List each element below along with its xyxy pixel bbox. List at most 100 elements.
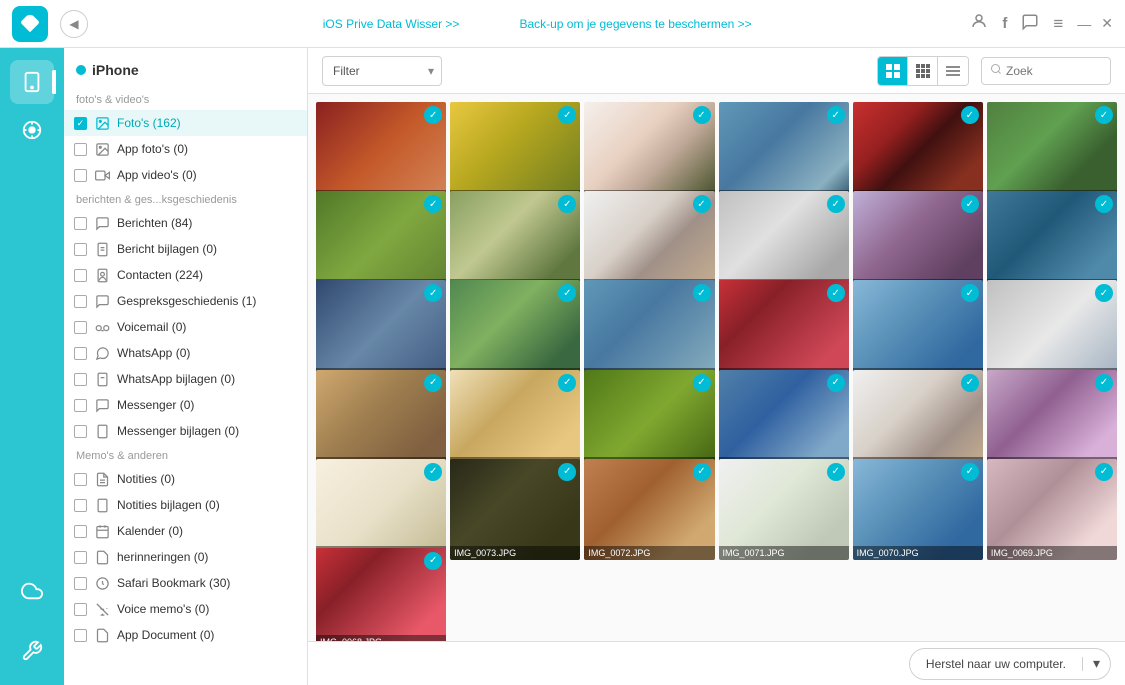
sidebar-item-whatsappbijlagen[interactable]: WhatsApp bijlagen (0) bbox=[64, 366, 307, 392]
sidebar-item-messengerbijlagen[interactable]: Messenger bijlagen (0) bbox=[64, 418, 307, 444]
photo-check-icon: ✓ bbox=[558, 106, 576, 124]
photo-cell[interactable]: ✓IMG_0074.JPG bbox=[316, 459, 446, 561]
checkbox-berichtbijlagen[interactable] bbox=[74, 243, 87, 256]
photo-cell[interactable]: ✓IMG_0083.JPG bbox=[719, 280, 849, 382]
checkbox-whatsappbijlagen[interactable] bbox=[74, 373, 87, 386]
photo-cell[interactable]: ✓IMG_0092.JPG bbox=[316, 191, 446, 293]
sidebar-item-notities[interactable]: Notities (0) bbox=[64, 466, 307, 492]
photo-cell[interactable]: ✓IMG_0080.JPG bbox=[316, 370, 446, 472]
checkbox-messengerbijlagen[interactable] bbox=[74, 425, 87, 438]
photo-cell[interactable]: ✓IMG_0090.JPG bbox=[584, 191, 714, 293]
sidebar-item-gespreks[interactable]: Gespreksgeschiedenis (1) bbox=[64, 288, 307, 314]
sidebar-item-kalender[interactable]: Kalender (0) bbox=[64, 518, 307, 544]
sidebar-item-appvideos[interactable]: App video's (0) bbox=[64, 162, 307, 188]
chat-icon[interactable] bbox=[1021, 13, 1039, 35]
photo-cell[interactable]: ✓IMG_0091.JPG bbox=[450, 191, 580, 293]
photo-cell[interactable]: ✓IMG_0096.JPG bbox=[584, 102, 714, 204]
view-medium-button[interactable] bbox=[908, 57, 938, 85]
checkbox-herinneringen[interactable] bbox=[74, 551, 87, 564]
appvideos-icon bbox=[93, 166, 111, 184]
view-list-button[interactable] bbox=[938, 57, 968, 85]
photo-cell[interactable]: ✓IMG_0094.JPG bbox=[853, 102, 983, 204]
sidebar-item-messenger[interactable]: Messenger (0) bbox=[64, 392, 307, 418]
nav-music[interactable] bbox=[10, 108, 54, 152]
checkbox-notities[interactable] bbox=[74, 473, 87, 486]
photo-cell[interactable]: ✓IMG_0088.JPG bbox=[853, 191, 983, 293]
person-icon[interactable] bbox=[970, 12, 988, 35]
checkbox-notitiesbijlagen[interactable] bbox=[74, 499, 87, 512]
photo-cell[interactable]: ✓IMG_0079.JPG bbox=[450, 370, 580, 472]
minimize-button[interactable]: — bbox=[1077, 16, 1091, 32]
checkbox-voicememos[interactable] bbox=[74, 603, 87, 616]
nav-cloud[interactable] bbox=[10, 569, 54, 613]
photo-cell[interactable]: ✓IMG_0084.JPG bbox=[584, 280, 714, 382]
sidebar-berichtbijlagen-label: Bericht bijlagen (0) bbox=[117, 242, 299, 256]
back-button[interactable]: ◀ bbox=[60, 10, 88, 38]
checkbox-gespreks[interactable] bbox=[74, 295, 87, 308]
photo-cell[interactable]: ✓IMG_0078.JPG bbox=[584, 370, 714, 472]
photo-cell[interactable]: ✓IMG_0077.JPG bbox=[719, 370, 849, 472]
photo-cell[interactable]: ✓IMG_0071.JPG bbox=[719, 459, 849, 561]
photo-cell-label: IMG_0072.JPG bbox=[584, 546, 714, 560]
nav-tools[interactable] bbox=[10, 629, 54, 673]
checkbox-contacten[interactable] bbox=[74, 269, 87, 282]
photo-cell[interactable]: ✓IMG_0089.JPG bbox=[719, 191, 849, 293]
checkbox-voicemail[interactable] bbox=[74, 321, 87, 334]
photo-cell[interactable]: ✓IMG_0081.JPG bbox=[987, 280, 1117, 382]
photo-cell[interactable]: ✓IMG_0085.JPG bbox=[450, 280, 580, 382]
checkbox-messenger[interactable] bbox=[74, 399, 87, 412]
sidebar-item-fotos[interactable]: ✓ Foto's (162) bbox=[64, 110, 307, 136]
photo-cell[interactable]: ✓IMG_0069.JPG bbox=[987, 459, 1117, 561]
sidebar-item-notitiesbijlagen[interactable]: Notities bijlagen (0) bbox=[64, 492, 307, 518]
checkbox-berichten[interactable] bbox=[74, 217, 87, 230]
restore-button[interactable]: Herstel naar uw computer. ▾ bbox=[909, 648, 1111, 680]
view-buttons bbox=[877, 56, 969, 86]
search-input[interactable] bbox=[1006, 64, 1102, 78]
facebook-icon[interactable]: f bbox=[1002, 15, 1007, 32]
sidebar-item-appfotos[interactable]: App foto's (0) bbox=[64, 136, 307, 162]
sidebar-item-appdocument[interactable]: App Document (0) bbox=[64, 622, 307, 648]
checkbox-kalender[interactable] bbox=[74, 525, 87, 538]
view-grid-button[interactable] bbox=[878, 57, 908, 85]
photo-cell-label: IMG_0068.JPG bbox=[316, 635, 446, 641]
menu-icon[interactable]: ≡ bbox=[1053, 14, 1063, 34]
sidebar-item-contacten[interactable]: Contacten (224) bbox=[64, 262, 307, 288]
close-button[interactable]: ✕ bbox=[1101, 15, 1113, 32]
sidebar-item-herinneringen[interactable]: herinneringen (0) bbox=[64, 544, 307, 570]
sidebar-item-voicemail[interactable]: Voicemail (0) bbox=[64, 314, 307, 340]
photo-cell[interactable]: ✓IMG_0072.JPG bbox=[584, 459, 714, 561]
checkbox-appfotos[interactable] bbox=[74, 143, 87, 156]
nav-phone[interactable] bbox=[10, 60, 54, 104]
photo-check-icon: ✓ bbox=[1095, 195, 1113, 213]
checkbox-appvideos[interactable] bbox=[74, 169, 87, 182]
photo-cell[interactable]: ✓IMG_0098.JPG bbox=[316, 102, 446, 204]
checkbox-fotos[interactable]: ✓ bbox=[74, 117, 87, 130]
photo-check-icon: ✓ bbox=[961, 106, 979, 124]
backup-link[interactable]: Back-up om je gegevens te beschermen >> bbox=[519, 17, 751, 31]
photo-cell[interactable]: ✓IMG_0068.JPG bbox=[316, 548, 446, 641]
sidebar-item-whatsapp[interactable]: WhatsApp (0) bbox=[64, 340, 307, 366]
photo-cell[interactable]: ✓IMG_0086.JPG bbox=[316, 280, 446, 382]
checkbox-safari[interactable] bbox=[74, 577, 87, 590]
photo-cell[interactable]: ✓IMG_0073.JPG bbox=[450, 459, 580, 561]
photo-cell[interactable]: ✓IMG_0093.JPG bbox=[987, 102, 1117, 204]
ios-data-wisser-link[interactable]: iOS Prive Data Wisser >> bbox=[323, 17, 460, 31]
photo-cell[interactable]: ✓IMG_0070.JPG bbox=[853, 459, 983, 561]
photo-cell[interactable]: ✓IMG_0097.JPG bbox=[450, 102, 580, 204]
photo-cell[interactable]: ✓IMG_0076.PNG bbox=[853, 370, 983, 472]
sidebar-item-voicememos[interactable]: Voice memo's (0) bbox=[64, 596, 307, 622]
sidebar-item-berichten[interactable]: Berichten (84) bbox=[64, 210, 307, 236]
filter-select[interactable]: Filter Alles Foto's Video's bbox=[322, 56, 442, 86]
photo-cell[interactable]: ✓IMG_0082.JPG bbox=[853, 280, 983, 382]
sidebar-contacten-label: Contacten (224) bbox=[117, 268, 299, 282]
sidebar-item-safari[interactable]: Safari Bookmark (30) bbox=[64, 570, 307, 596]
window-controls: — ✕ bbox=[1077, 15, 1113, 32]
photo-check-icon: ✓ bbox=[424, 106, 442, 124]
sidebar-item-berichtbijlagen[interactable]: Bericht bijlagen (0) bbox=[64, 236, 307, 262]
device-indicator bbox=[76, 65, 86, 75]
photo-cell[interactable]: ✓IMG_0087.JPG bbox=[987, 191, 1117, 293]
checkbox-appdocument[interactable] bbox=[74, 629, 87, 642]
checkbox-whatsapp[interactable] bbox=[74, 347, 87, 360]
photo-cell[interactable]: ✓IMG_0075.JPG bbox=[987, 370, 1117, 472]
photo-cell[interactable]: ✓IMG_0095.JPG bbox=[719, 102, 849, 204]
